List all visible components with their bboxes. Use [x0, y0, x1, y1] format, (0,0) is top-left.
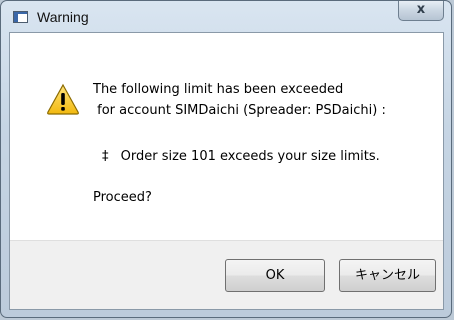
window-icon — [13, 11, 28, 23]
warning-dialog: Warning x The following limit has been e… — [0, 0, 452, 318]
button-bar: OK キャンセル — [10, 240, 443, 309]
limit-item-text: Order size 101 exceeds your size limits. — [120, 149, 380, 164]
warning-icon — [47, 83, 79, 115]
dialog-content: The following limit has been exceeded fo… — [9, 32, 444, 310]
close-button[interactable]: x — [398, 1, 444, 21]
bullet-mark: ‡ — [102, 149, 109, 164]
message-line-2: for account SIMDaichi (Spreader: PSDaich… — [93, 103, 386, 118]
proceed-prompt: Proceed? — [93, 190, 152, 205]
cancel-button[interactable]: キャンセル — [339, 259, 436, 292]
title-bar[interactable]: Warning x — [1, 1, 451, 33]
window-title: Warning — [37, 9, 89, 25]
limit-item: ‡ Order size 101 exceeds your size limit… — [102, 149, 380, 164]
ok-button[interactable]: OK — [225, 259, 325, 292]
message-line-1: The following limit has been exceeded — [93, 82, 344, 97]
